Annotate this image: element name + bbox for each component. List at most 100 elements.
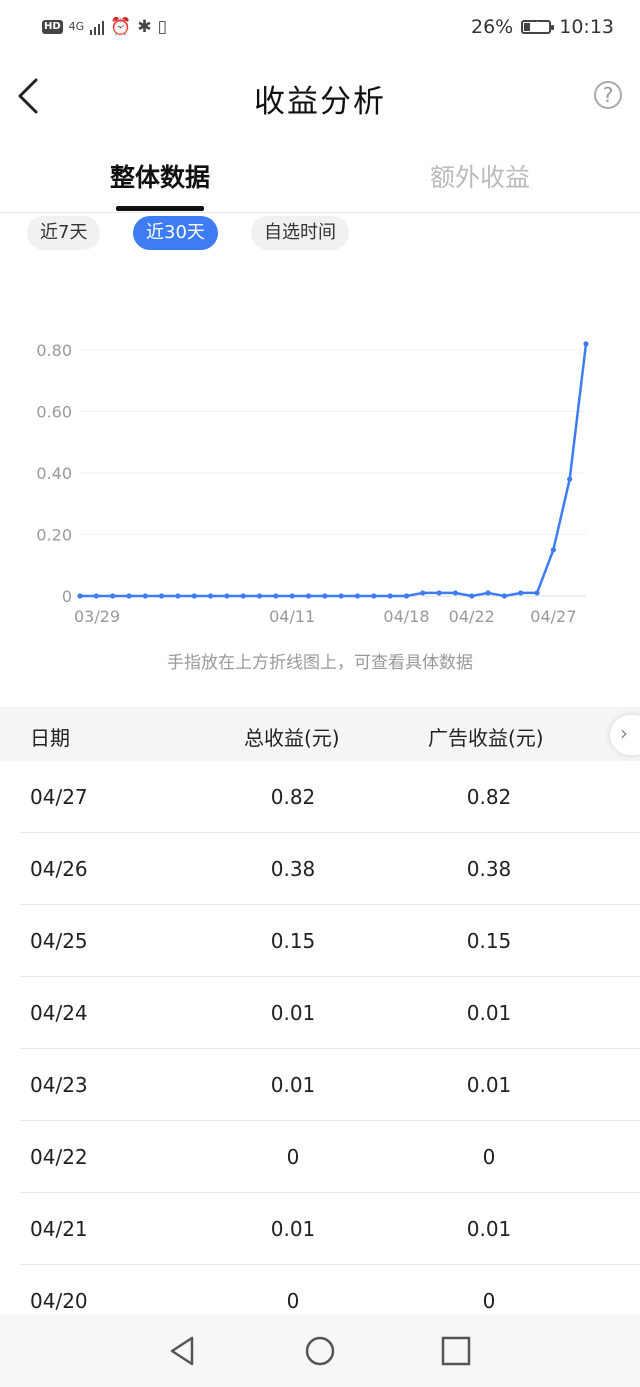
range-30-days-chip[interactable]: 近30天 bbox=[133, 216, 218, 250]
clock: 10:13 bbox=[559, 16, 614, 38]
cell-ad: 0.01 bbox=[466, 1073, 512, 1097]
data-point bbox=[420, 590, 426, 596]
data-point bbox=[77, 593, 83, 599]
data-point bbox=[550, 547, 556, 553]
cell-date: 04/24 bbox=[30, 1001, 88, 1025]
nav-back-icon[interactable] bbox=[166, 1334, 200, 1368]
tab-bar: 整体数据 额外收益 bbox=[0, 140, 640, 213]
y-tick-label: 0.40 bbox=[36, 464, 72, 483]
cell-ad: 0.82 bbox=[466, 785, 512, 809]
cell-ad: 0.01 bbox=[466, 1001, 512, 1025]
data-point bbox=[354, 593, 361, 599]
hd-badge: HD bbox=[42, 20, 63, 34]
table-row: 04/25 0.15 0.15 bbox=[0, 905, 640, 977]
cell-date: 04/27 bbox=[30, 785, 88, 809]
battery-icon: ⚡ bbox=[521, 19, 555, 34]
cell-ad: 0.38 bbox=[466, 857, 512, 881]
data-point bbox=[110, 593, 116, 599]
column-header-total-income: 总收益(元) bbox=[244, 726, 340, 750]
active-tab-indicator bbox=[116, 206, 204, 211]
chevron-right-icon: › bbox=[620, 721, 628, 745]
data-point bbox=[126, 593, 132, 599]
table-row: 04/22 0 0 bbox=[0, 1121, 640, 1193]
help-icon[interactable]: ? bbox=[594, 81, 622, 109]
data-point bbox=[567, 476, 573, 482]
charging-icon: ⚡ bbox=[531, 19, 539, 32]
cell-ad: 0.01 bbox=[466, 1217, 512, 1241]
data-point bbox=[338, 593, 344, 599]
tab-extra-income[interactable]: 额外收益 bbox=[430, 158, 530, 194]
data-point bbox=[322, 593, 328, 599]
y-tick-label: 0.20 bbox=[36, 526, 72, 545]
app-header: 收益分析 ? bbox=[0, 56, 640, 136]
cell-date: 04/20 bbox=[30, 1289, 88, 1313]
data-point bbox=[256, 593, 263, 599]
table-row: 04/21 0.01 0.01 bbox=[0, 1193, 640, 1265]
data-point bbox=[469, 593, 475, 599]
scroll-columns-button[interactable]: › bbox=[610, 715, 640, 755]
cell-ad: 0 bbox=[482, 1145, 496, 1169]
x-tick-label: 04/11 bbox=[269, 607, 315, 626]
data-point bbox=[387, 593, 393, 599]
cell-total: 0.01 bbox=[270, 1217, 316, 1241]
cell-total: 0.15 bbox=[270, 929, 316, 953]
table-header: 日期 总收益(元) 广告收益(元) › bbox=[0, 707, 640, 761]
data-point bbox=[159, 593, 165, 599]
y-tick-label: 0.60 bbox=[36, 403, 72, 422]
cell-ad: 0.15 bbox=[466, 929, 512, 953]
data-point bbox=[485, 590, 491, 596]
data-point bbox=[224, 593, 230, 599]
battery-percent: 26% bbox=[471, 16, 514, 38]
table-row: 04/23 0.01 0.01 bbox=[0, 1049, 640, 1121]
cell-date: 04/21 bbox=[30, 1217, 88, 1241]
data-point bbox=[403, 593, 410, 599]
range-custom-chip[interactable]: 自选时间 bbox=[251, 216, 349, 250]
nav-recents-icon[interactable] bbox=[439, 1334, 473, 1368]
data-point bbox=[142, 593, 148, 599]
data-point bbox=[289, 593, 295, 599]
data-point bbox=[191, 593, 197, 599]
data-point bbox=[371, 593, 377, 599]
cell-total: 0.82 bbox=[270, 785, 316, 809]
cell-date: 04/22 bbox=[30, 1145, 88, 1169]
cell-total: 0.01 bbox=[270, 1001, 316, 1025]
data-point bbox=[501, 593, 507, 599]
data-point bbox=[240, 593, 246, 599]
range-7-days-chip[interactable]: 近7天 bbox=[27, 216, 101, 250]
tab-overall-data[interactable]: 整体数据 bbox=[110, 158, 210, 194]
data-point bbox=[93, 593, 99, 599]
column-header-date: 日期 bbox=[30, 726, 70, 750]
signal-icon bbox=[90, 19, 105, 35]
cell-date: 04/23 bbox=[30, 1073, 88, 1097]
column-header-ad-income: 广告收益(元) bbox=[428, 726, 544, 750]
series-line bbox=[80, 343, 588, 598]
status-icons-left: HD 4G ⏰ ✱ ▯ bbox=[42, 14, 167, 40]
data-point bbox=[273, 593, 279, 599]
network-type: 4G bbox=[68, 20, 85, 33]
cell-total: 0.38 bbox=[270, 857, 316, 881]
table-row: 04/26 0.38 0.38 bbox=[0, 833, 640, 905]
table-row: 04/27 0.82 0.82 bbox=[0, 761, 640, 833]
income-line-chart[interactable]: 0 0.20 0.40 0.60 0.80 03/29 04/11 04/18 04/22 04/… bbox=[0, 330, 640, 640]
income-table: 04/27 0.82 0.82 04/26 0.38 0.38 04/25 0.… bbox=[0, 761, 640, 1337]
cell-date: 04/25 bbox=[30, 929, 88, 953]
vibrate-icon: ▯ bbox=[157, 17, 167, 37]
x-tick-label: 04/18 bbox=[383, 607, 429, 626]
status-icons-right: 26% ⚡ 10:13 bbox=[471, 14, 614, 40]
table-row: 04/24 0.01 0.01 bbox=[0, 977, 640, 1049]
data-point bbox=[175, 593, 181, 599]
alarm-icon: ⏰ bbox=[110, 17, 132, 37]
data-point bbox=[583, 341, 589, 347]
x-tick-label: 04/22 bbox=[449, 607, 495, 626]
y-tick-label: 0 bbox=[62, 587, 72, 606]
data-point bbox=[436, 590, 442, 596]
x-tick-label: 04/27 bbox=[530, 607, 576, 626]
cell-total: 0.01 bbox=[270, 1073, 316, 1097]
x-tick-label: 03/29 bbox=[74, 607, 120, 626]
nav-home-icon[interactable] bbox=[303, 1334, 337, 1368]
system-nav-bar bbox=[0, 1314, 640, 1387]
status-bar: HD 4G ⏰ ✱ ▯ 26% ⚡ 10:13 bbox=[0, 0, 640, 56]
cell-ad: 0 bbox=[482, 1289, 496, 1313]
data-point bbox=[305, 593, 312, 599]
data-point bbox=[452, 590, 459, 596]
